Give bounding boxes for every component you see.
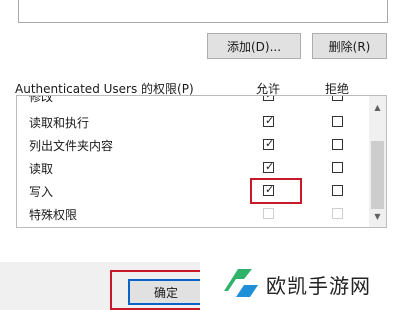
logo-icon [224,269,258,297]
write-allow-highlight [250,178,302,204]
allow-checkbox[interactable]: ✓ [263,160,275,173]
watermark-text: 欧凯手游网 [266,274,371,298]
permission-label: 写入 [29,185,54,199]
check-mark-icon: ✓ [265,160,275,173]
vertical-scrollbar[interactable]: ▲ ▼ [369,96,386,227]
permission-row: 写入 ✓ [17,180,367,202]
deny-checkbox [332,208,343,219]
check-mark-icon: ✓ [265,114,275,127]
allow-checkbox[interactable]: ✓ [263,137,275,150]
add-button[interactable]: 添加(D)... [207,33,301,59]
deny-checkbox[interactable] [332,116,343,127]
permission-label: 特殊权限 [29,208,78,222]
deny-checkbox[interactable] [332,139,343,150]
watermark: 欧凯手游网 [200,255,401,310]
remove-button[interactable]: 删除(R) [312,33,387,59]
permission-row: 读取和执行 ✓ [17,111,367,133]
check-mark-icon: ✓ [265,96,274,101]
deny-checkbox[interactable] [332,96,343,101]
permission-label: 修改 [29,95,54,104]
scroll-thumb[interactable] [371,141,384,209]
ok-button[interactable]: 确定 [128,279,204,305]
permission-row: 特殊权限 [17,203,367,225]
permissions-list: 修改 ✓ 读取和执行 ✓ 列出文件夹内容 ✓ 读取 ✓ 写入✓ 特殊权限 ▲ ▼ [16,95,387,228]
permission-row: 修改 ✓ [17,95,367,107]
scroll-up-icon[interactable]: ▲ [371,103,384,112]
check-mark-icon: ✓ [265,137,275,150]
allow-checkbox[interactable]: ✓ [263,96,274,101]
permission-row: 读取 ✓ [17,157,367,179]
deny-checkbox[interactable] [332,185,343,196]
permissions-header: Authenticated Users 的权限(P) 允许 拒绝 [15,80,385,96]
permission-label: 读取和执行 [29,116,90,130]
permission-label: 读取 [29,162,54,176]
allow-checkbox [263,208,274,219]
allow-checkbox[interactable]: ✓ [263,114,275,127]
permission-row: 列出文件夹内容 ✓ [17,134,367,156]
scroll-down-icon[interactable]: ▼ [371,212,384,221]
deny-checkbox[interactable] [332,162,343,173]
permission-label: 列出文件夹内容 [29,139,114,153]
group-user-list[interactable] [18,0,388,23]
